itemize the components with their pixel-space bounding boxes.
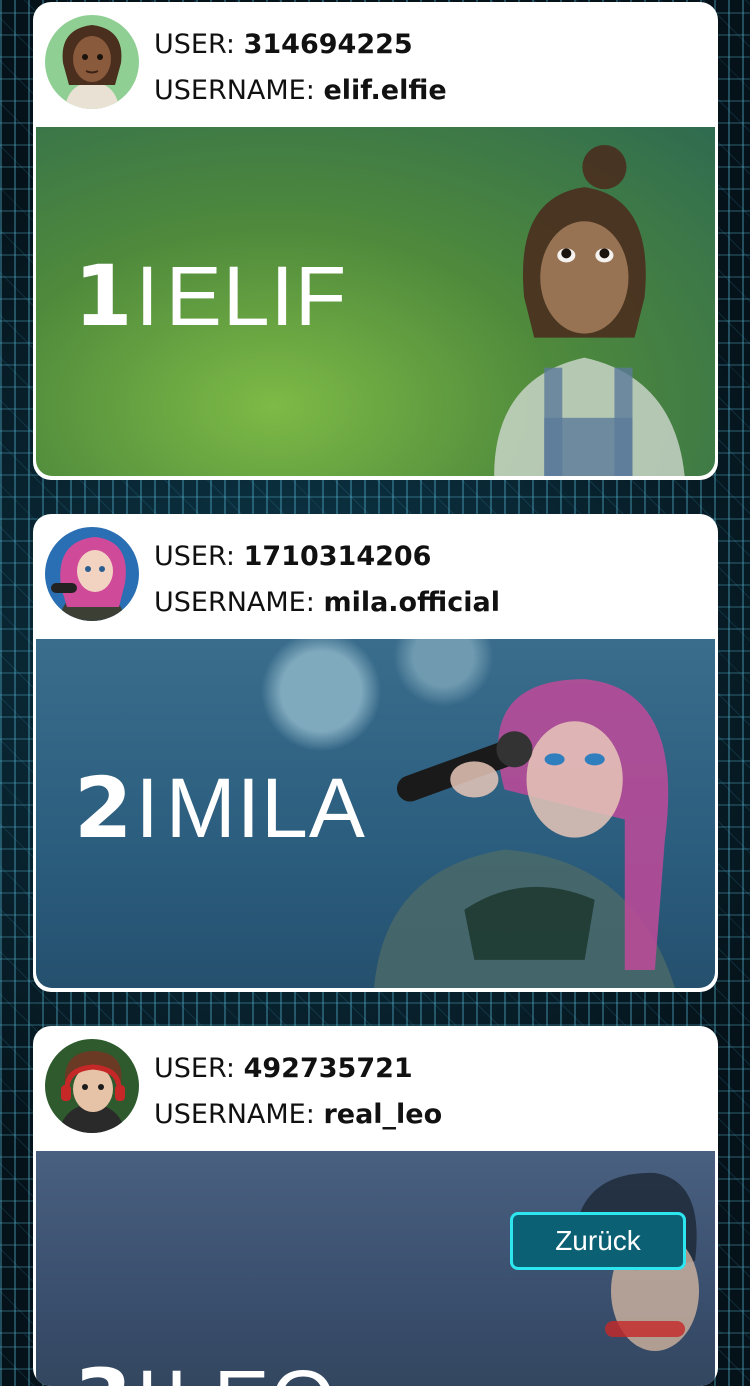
card-header: USER: 1710314206 USERNAME: mila.official	[33, 514, 718, 636]
username-label: USERNAME:	[154, 75, 315, 106]
profile-card[interactable]: USER: 314694225 USERNAME: elif.elfie 1IE…	[33, 2, 718, 480]
user-id: 1710314206	[243, 541, 432, 572]
profile-card[interactable]: USER: 1710314206 USERNAME: mila.official…	[33, 514, 718, 992]
banner-title: 1IELIF	[74, 247, 347, 345]
character-banner[interactable]: 2IMILA	[36, 639, 715, 988]
character-banner[interactable]: 1IELIF	[36, 127, 715, 476]
card-header: USER: 314694225 USERNAME: elif.elfie	[33, 2, 718, 124]
avatar	[45, 15, 139, 109]
user-info: USER: 492735721 USERNAME: real_leo	[154, 1046, 442, 1138]
title-separator: I	[135, 1353, 159, 1386]
username-label: USERNAME:	[154, 1099, 315, 1130]
title-separator: I	[135, 249, 160, 343]
avatar	[45, 527, 139, 621]
rank-number: 2	[74, 759, 134, 857]
user-label: USER:	[154, 541, 235, 572]
character-name: MILA	[165, 761, 366, 855]
rank-number: 3	[74, 1351, 133, 1386]
character-art	[494, 145, 685, 476]
username: mila.official	[323, 587, 500, 618]
rank-number: 1	[74, 247, 134, 345]
username: elif.elfie	[323, 75, 447, 106]
character-name: LEO	[166, 1353, 337, 1386]
username: real_leo	[323, 1099, 443, 1130]
character-name: ELIF	[165, 249, 348, 343]
user-label: USER:	[154, 1053, 235, 1084]
user-id: 492735721	[243, 1053, 413, 1084]
username-label: USERNAME:	[154, 587, 315, 618]
character-art	[374, 679, 675, 988]
back-button[interactable]: Zurück	[510, 1212, 686, 1270]
user-info: USER: 314694225 USERNAME: elif.elfie	[154, 22, 447, 114]
user-info: USER: 1710314206 USERNAME: mila.official	[154, 534, 500, 626]
user-id: 314694225	[243, 29, 413, 60]
user-label: USER:	[154, 29, 235, 60]
avatar	[45, 1039, 139, 1133]
banner-title: 3ILEO	[74, 1351, 337, 1386]
title-separator: I	[135, 761, 160, 855]
card-header: USER: 492735721 USERNAME: real_leo	[33, 1026, 718, 1148]
banner-title: 2IMILA	[74, 759, 366, 857]
profile-card[interactable]: USER: 492735721 USERNAME: real_leo 3ILEO	[33, 1026, 718, 1386]
